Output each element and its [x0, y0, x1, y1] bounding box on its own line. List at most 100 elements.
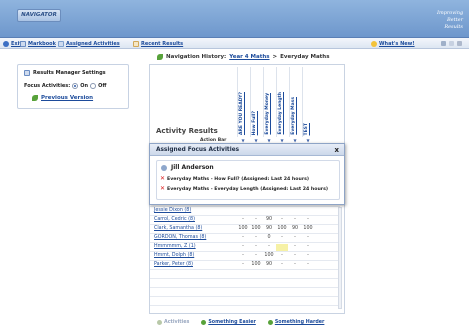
score-cell[interactable]: - [302, 217, 314, 222]
harder-icon [267, 320, 273, 325]
focus-activities-label: Focus Activities: [24, 83, 71, 89]
nav-history-label: Navigation History: [166, 54, 227, 60]
focus-off-label: Off [98, 83, 107, 89]
score-cell[interactable]: - [250, 235, 262, 240]
app-header: NAVIGATOR Improving Better Results [0, 0, 469, 38]
recent-results-button[interactable]: Recent Results [133, 40, 183, 47]
score-cell[interactable]: - [237, 253, 249, 258]
focus-on-radio[interactable] [72, 83, 79, 89]
table-row-empty [150, 296, 340, 305]
score-cell[interactable]: 90 [289, 226, 301, 231]
activities-button[interactable]: Activities [157, 320, 189, 325]
score-cell[interactable]: - [302, 235, 314, 240]
results-scrollbar[interactable] [338, 207, 342, 309]
student-name[interactable]: Clark, Samantha (8) [154, 226, 202, 231]
score-cell[interactable]: - [237, 244, 249, 249]
score-cell[interactable]: 90 [263, 226, 275, 231]
leaf-icon [32, 95, 38, 101]
score-cell[interactable]: - [302, 253, 314, 258]
table-row[interactable]: Carrol, Cedric (8) - - 90 - - - [150, 215, 340, 224]
column-header[interactable]: Everyday Mass [289, 67, 301, 137]
export-icon[interactable] [449, 41, 454, 46]
whats-new-button[interactable]: What's New! [371, 40, 415, 47]
column-header[interactable]: TEST [302, 67, 314, 137]
score-cell[interactable]: 100 [250, 226, 262, 231]
table-row[interactable]: Clark, Samantha (8) 100 100 90 100 90 10… [150, 224, 340, 233]
markbook-label: Markbook [28, 40, 56, 47]
breadcrumb-year4-maths[interactable]: Year 4 Maths [229, 54, 269, 60]
column-header[interactable]: How Full? [250, 67, 262, 137]
help-icon[interactable] [457, 41, 462, 46]
something-easier-button[interactable]: Something Easier [201, 320, 256, 325]
score-cell[interactable]: - [289, 262, 301, 267]
table-row-empty [150, 305, 340, 314]
settings-title: Results Manager Settings [24, 70, 106, 76]
score-cell[interactable]: - [276, 262, 288, 267]
score-cell-highlighted[interactable] [276, 244, 288, 251]
score-cell[interactable]: 100 [302, 226, 314, 231]
score-cell[interactable]: 100 [250, 262, 262, 267]
score-cell[interactable]: - [289, 217, 301, 222]
focus-activity-label: Everyday Maths - Everyday Length (Assign… [167, 186, 329, 192]
focus-activities-row: Focus Activities: On Off [24, 83, 106, 89]
score-cell[interactable]: - [289, 253, 301, 258]
score-cell[interactable]: - [289, 244, 301, 249]
student-name[interactable]: Hmmt, Dolph (8) [154, 253, 194, 258]
activities-label: Activities [164, 320, 190, 325]
activities-icon [157, 320, 162, 325]
score-cell[interactable]: - [250, 253, 262, 258]
focus-off-radio[interactable] [90, 83, 97, 89]
column-header-label: Everyday Length [278, 92, 283, 135]
score-cell[interactable]: 100 [237, 226, 249, 231]
score-cell[interactable]: - [250, 217, 262, 222]
student-name[interactable]: Parker, Peter (8) [154, 262, 193, 267]
score-cell[interactable]: - [263, 244, 275, 249]
something-harder-button[interactable]: Something Harder [267, 320, 324, 325]
column-header[interactable]: ARE YOU READY? [237, 67, 249, 137]
column-header-label: How Full? [252, 110, 257, 135]
table-row[interactable]: Parker, Peter (8) - 100 90 - - - [150, 260, 340, 269]
score-cell[interactable]: - [237, 217, 249, 222]
focus-activity-item: ✕ Everyday Maths - How Full? (Assigned: … [160, 176, 309, 182]
score-cell[interactable]: 90 [263, 262, 275, 267]
student-name: Jill Anderson [171, 164, 214, 171]
table-row[interactable]: Hmmt, Dolph (8) - - 100 - - - [150, 251, 340, 260]
score-cell[interactable]: - [276, 253, 288, 258]
score-cell[interactable]: 100 [276, 226, 288, 231]
score-cell[interactable]: - [237, 262, 249, 267]
score-cell[interactable]: - [250, 244, 262, 249]
settings-title-text: Results Manager Settings [33, 70, 106, 76]
student-name[interactable]: Carrol, Cedric (8) [154, 217, 195, 222]
column-header[interactable]: Everyday Length [276, 67, 288, 137]
column-header[interactable]: Everyday Money [263, 67, 275, 137]
table-row[interactable]: Hmmmmm, Z (1) - - - - - [150, 242, 340, 251]
score-cell[interactable]: - [276, 217, 288, 222]
previous-version-link[interactable]: Previous Version [32, 95, 93, 101]
score-cell[interactable]: - [237, 235, 249, 240]
score-cell[interactable]: 90 [263, 217, 275, 222]
score-cell[interactable]: - [302, 262, 314, 267]
column-header-label: Everyday Mass [291, 97, 296, 135]
remove-focus-icon[interactable]: ✕ [160, 176, 165, 182]
score-cell[interactable]: 0 [263, 235, 275, 240]
exit-button[interactable]: Exit [3, 40, 22, 47]
table-row[interactable]: Jessie Dixon (8) [150, 206, 340, 215]
student-name[interactable]: Jessie Dixon (8) [154, 208, 191, 213]
score-cell[interactable]: - [302, 244, 314, 249]
assigned-activities-button[interactable]: Assigned Activities [58, 40, 120, 47]
easier-icon [201, 320, 207, 325]
student-name[interactable]: GORDON, Thomas (8) [154, 235, 206, 240]
remove-focus-icon[interactable]: ✕ [160, 186, 165, 192]
table-row[interactable]: GORDON, Thomas (8) - - 0 - - - [150, 233, 340, 242]
focus-activity-label: Everyday Maths - How Full? (Assigned: La… [167, 176, 310, 182]
score-cell[interactable]: 100 [263, 253, 275, 258]
score-cell[interactable]: - [276, 235, 288, 240]
score-cell[interactable]: - [289, 235, 301, 240]
breadcrumb-everyday-maths: Everyday Maths [280, 54, 330, 60]
dialog-title-bar: Assigned Focus Activities x [150, 144, 344, 156]
markbook-button[interactable]: Markbook [20, 40, 56, 47]
student-name[interactable]: Hmmmmm, Z (1) [154, 244, 196, 249]
column-header-label: Everyday Money [265, 93, 270, 135]
print-icon[interactable] [441, 41, 446, 46]
close-icon[interactable]: x [334, 144, 339, 156]
